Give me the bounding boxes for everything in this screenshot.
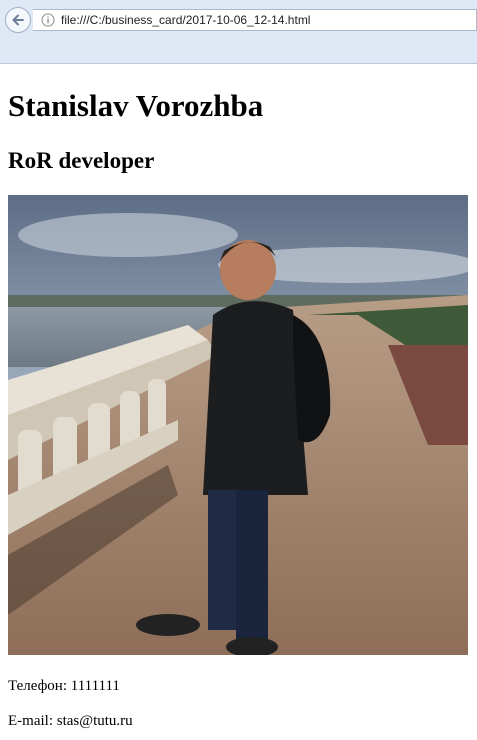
job-title: RoR developer — [8, 148, 155, 173]
back-button[interactable] — [5, 7, 31, 33]
email-value: stas@tutu.ru — [56, 713, 133, 729]
url-text: file:///C:/business_card/2017-10-06_12-1… — [61, 13, 311, 27]
email-line: E-mail: stas@tutu.ru — [8, 713, 133, 730]
phone-line: Телефон: 1111111 — [8, 678, 120, 695]
phone-value: 1111111 — [70, 678, 120, 694]
back-arrow-icon — [12, 14, 24, 26]
phone-label: Телефон: — [8, 678, 71, 694]
email-label: E-mail: — [8, 713, 57, 729]
profile-photo — [8, 195, 468, 655]
person-name: Stanislav Vorozhba — [8, 88, 264, 123]
info-icon[interactable] — [41, 13, 55, 27]
browser-toolbar: file:///C:/business_card/2017-10-06_12-1… — [0, 0, 477, 64]
address-bar[interactable]: file:///C:/business_card/2017-10-06_12-1… — [33, 9, 477, 31]
